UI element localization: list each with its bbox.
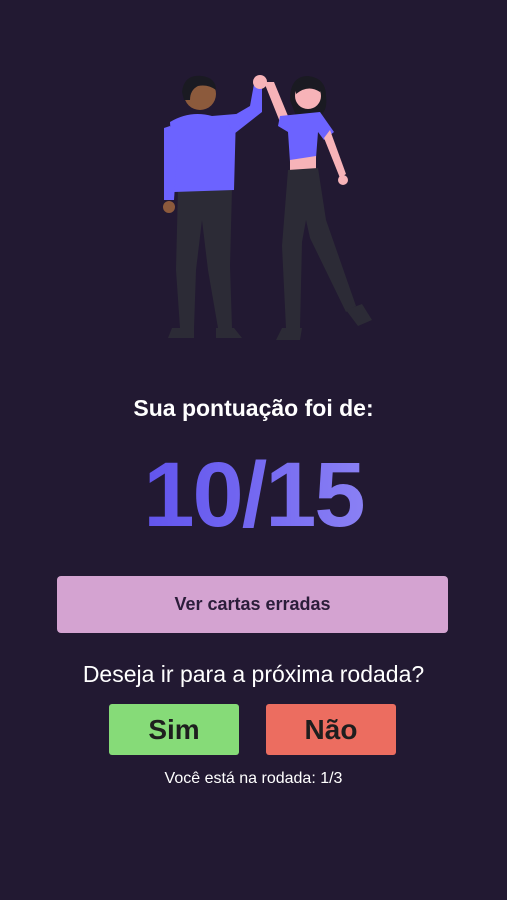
no-button[interactable]: Não <box>266 704 396 755</box>
next-round-question: Deseja ir para a próxima rodada? <box>82 661 425 687</box>
score-value: 10/15 <box>0 440 507 550</box>
yes-button[interactable]: Sim <box>109 704 239 755</box>
high-five-illustration <box>150 70 390 350</box>
view-wrong-cards-button[interactable]: Ver cartas erradas <box>57 576 448 633</box>
score-label: Sua pontuação foi de: <box>133 395 374 421</box>
round-info: Você está na rodada: 1/3 <box>164 770 343 787</box>
